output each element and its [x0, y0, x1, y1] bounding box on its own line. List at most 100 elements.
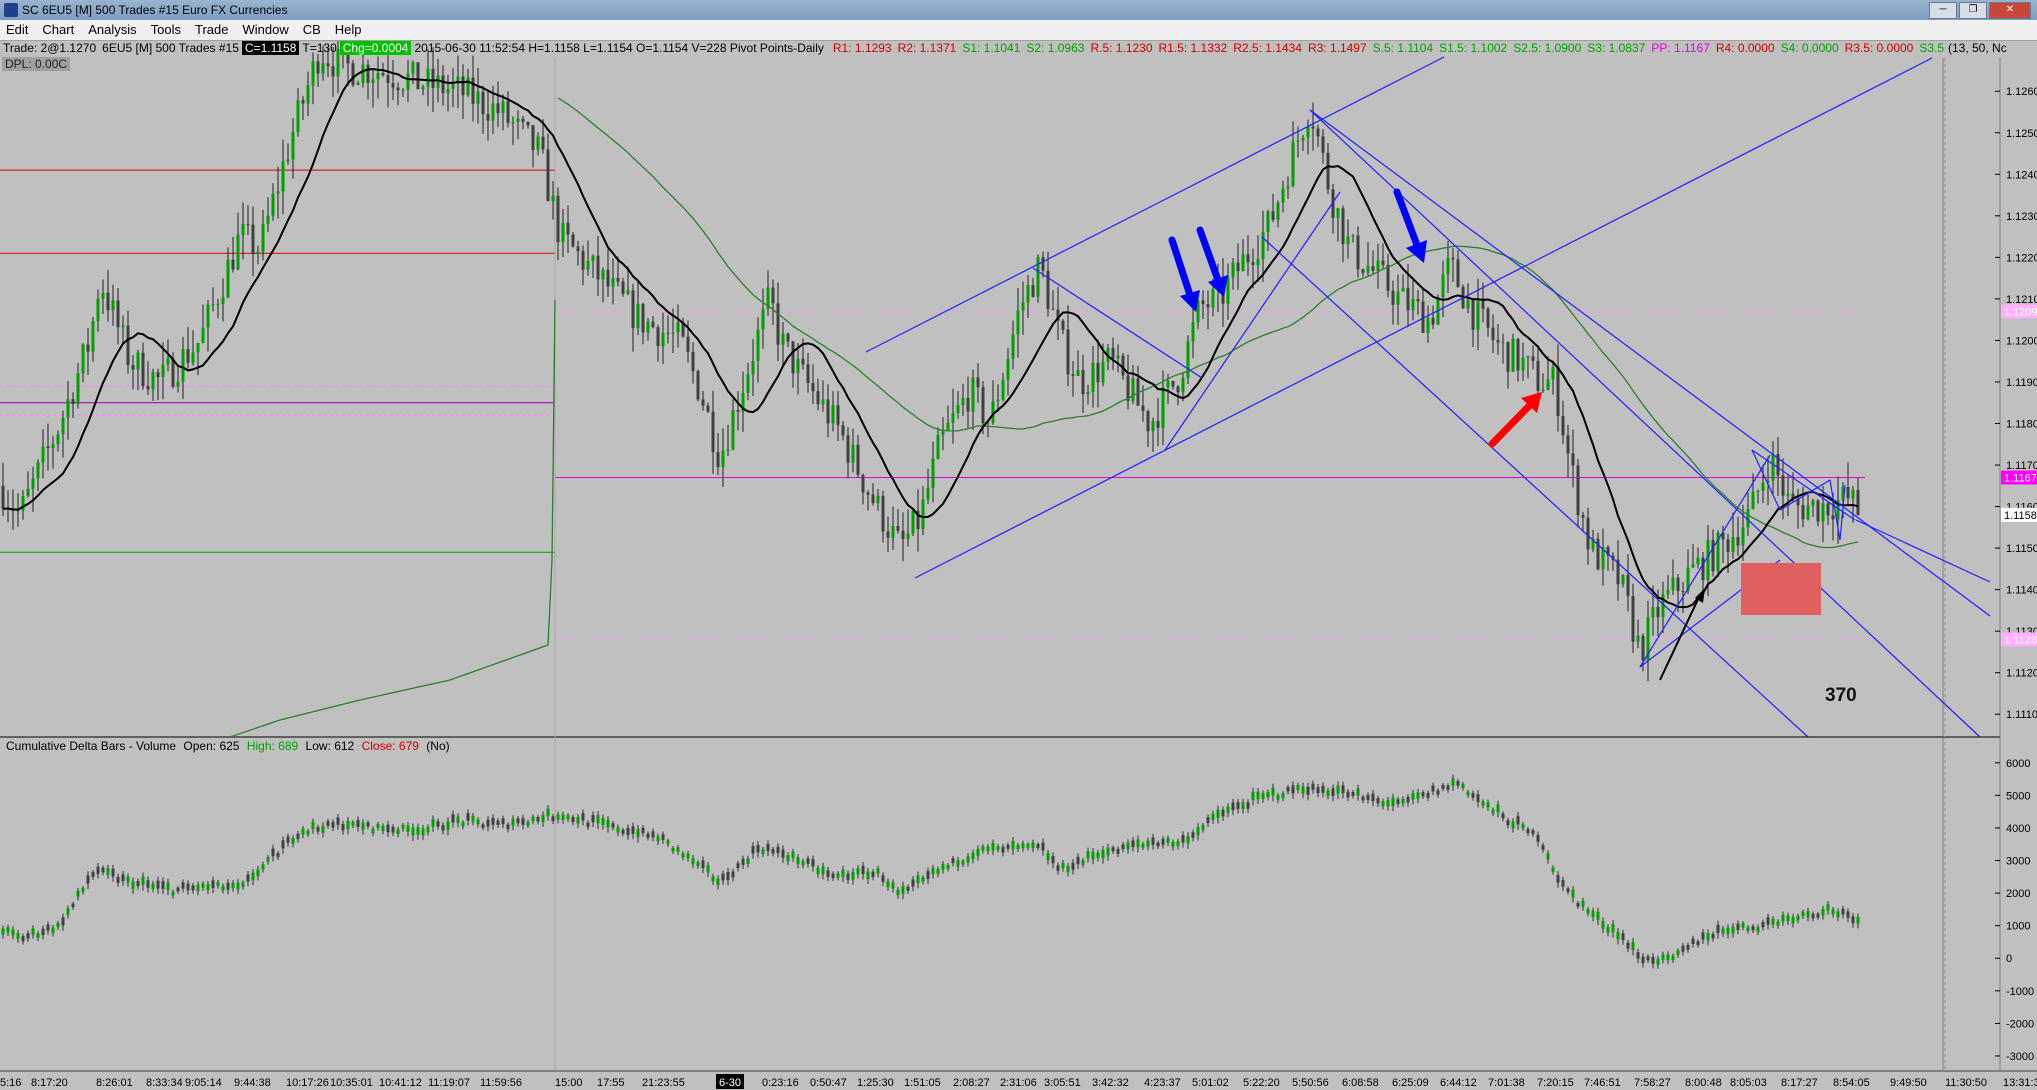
time-tick-label: 11:59:56 — [480, 1077, 522, 1089]
time-tick-label: 17:55 — [597, 1077, 625, 1089]
pivot-value: R2: 1.1371 — [897, 41, 957, 55]
price-marker: 1.1128 — [2001, 632, 2037, 647]
time-tick-label: 1:25:30 — [857, 1077, 894, 1089]
ma-parameters: (13, 50, Nc — [1948, 41, 2007, 55]
price-tick-label: 1.1260 — [2006, 86, 2037, 98]
time-tick-label: 11:19:07 — [428, 1077, 470, 1089]
svg-text:1.1167: 1.1167 — [2004, 472, 2037, 484]
delta-tick-label: -3000 — [2006, 1051, 2034, 1063]
time-tick-label: 5:01:02 — [1192, 1077, 1229, 1089]
pivot-value: R3.5: 0.0000 — [1844, 41, 1914, 55]
time-tick-label: 6:25:09 — [1392, 1077, 1429, 1089]
menu-cb[interactable]: CB — [297, 20, 329, 40]
delta-tick-label: 3000 — [2006, 856, 2030, 868]
time-tick-label: 8:17:20 — [31, 1077, 68, 1089]
chart-area[interactable]: 1.12601.12501.12401.12301.12201.12101.12… — [0, 41, 2037, 1090]
svg-text:1.1128: 1.1128 — [2004, 634, 2037, 646]
time-tick-label: 8:33:34 — [146, 1077, 183, 1089]
price-tick-label: 1.1220 — [2006, 252, 2037, 264]
pivot-value: S1: 1.1041 — [962, 41, 1021, 55]
pivot-value: R2.5: 1.1434 — [1233, 41, 1302, 55]
pivot-value: R3: 1.1497 — [1307, 41, 1367, 55]
time-tick-label: 7:20:15 — [1537, 1077, 1574, 1089]
delta-tick-label: -1000 — [2006, 986, 2034, 998]
window-title: SC 6EU5 [M] 500 Trades #15 Euro FX Curre… — [22, 3, 288, 17]
time-tick-label: 11:30:50 — [1945, 1077, 1987, 1089]
svg-text:6-30: 6-30 — [719, 1077, 741, 1089]
time-tick-label: 8:17:27 — [1781, 1077, 1818, 1089]
app-icon — [4, 3, 18, 17]
time-tick-label: 4:23:37 — [1144, 1077, 1181, 1089]
price-candle — [1186, 335, 1190, 385]
price-tick-label: 1.1190 — [2006, 377, 2037, 389]
delta-tick-label: 6000 — [2006, 758, 2030, 770]
pivot-value: S3.5: 0.0000 — [1919, 41, 1945, 55]
price-marker: 1.1209 — [2001, 304, 2037, 319]
price-candle — [1511, 333, 1515, 373]
time-tick-label: 0:23:16 — [762, 1077, 799, 1089]
date-marker: 6-30 — [716, 1074, 744, 1089]
time-tick-label: 5:50:56 — [1292, 1077, 1329, 1089]
minimize-button[interactable]: ─ — [1929, 2, 1957, 19]
price-candle — [351, 59, 355, 87]
menu-bar: Edit Chart Analysis Tools Trade Window C… — [0, 20, 2037, 41]
trade-count: T=130 — [302, 41, 337, 55]
time-tick-label: 8:00:48 — [1685, 1077, 1722, 1089]
time-tick-label: 3:05:51 — [1044, 1077, 1081, 1089]
time-tick-label: 15:00 — [555, 1077, 583, 1089]
pivot-value: S.5: 1.1104 — [1372, 41, 1434, 55]
price-tick-label: 1.1110 — [2006, 709, 2037, 721]
indicator-open: Open: 625 — [183, 739, 240, 753]
time-tick-label: 5:22:20 — [1243, 1077, 1280, 1089]
price-tick-label: 1.1120 — [2006, 668, 2037, 680]
time-tick-label: 6:08:58 — [1342, 1077, 1379, 1089]
time-tick-label: 10:41:12 — [379, 1077, 422, 1089]
time-tick-label: 10:17:26 — [286, 1077, 329, 1089]
menu-trade[interactable]: Trade — [189, 20, 236, 40]
pivot-value: R1: 1.1293 — [832, 41, 892, 55]
menu-tools[interactable]: Tools — [145, 20, 189, 40]
svg-text:1.1209: 1.1209 — [2004, 306, 2037, 318]
time-tick-label: 7:58:27 — [1634, 1077, 1671, 1089]
time-tick-label: 8:26:01 — [96, 1077, 133, 1089]
price-marker: 1.1158 — [2001, 507, 2037, 522]
chart-info-bar: Trade: 2@1.1270 6EU5 [M] 500 Trades #15 C=… — [0, 41, 1945, 57]
pivot-value: PP: 1.1167 — [1651, 41, 1710, 55]
price-tick-label: 1.1140 — [2006, 585, 2037, 597]
pivot-values: R1: 1.1293 R2: 1.1371 S1: 1.1041 S2: 1.0963… — [827, 41, 1945, 55]
menu-chart[interactable]: Chart — [36, 20, 82, 40]
menu-analysis[interactable]: Analysis — [82, 20, 144, 40]
pivot-value: R4: 0.0000 — [1715, 41, 1775, 55]
delta-tick-label: 0 — [2006, 953, 2012, 965]
menu-window[interactable]: Window — [236, 20, 296, 40]
time-tick-label: 21:23:55 — [642, 1077, 685, 1089]
bar-stats: 2015-06-30 11:52:54 H=1.1158 L=1.1154 O=… — [414, 41, 824, 55]
time-axis: 5:16 8:17:20 8:26:01 8:33:34 9:05:14 9:44:38 1… — [0, 1074, 2037, 1089]
restore-button[interactable]: ❐ — [1959, 2, 1987, 19]
pivot-value: S2.5: 1.0900 — [1513, 41, 1582, 55]
indicator-label: Cumulative Delta Bars - Volume Open: 625… — [6, 739, 454, 753]
menu-edit[interactable]: Edit — [0, 20, 36, 40]
time-tick-label: 7:46:51 — [1584, 1077, 1621, 1089]
delta-tick-label: -2000 — [2006, 1018, 2034, 1030]
price-marker: 1.1167 — [2001, 470, 2037, 485]
menu-help[interactable]: Help — [329, 20, 370, 40]
target-zone-box — [1741, 563, 1821, 615]
close-price-badge: C=1.1158 — [241, 41, 300, 55]
time-tick-label: 9:49:50 — [1890, 1077, 1927, 1089]
price-tick-label: 1.1210 — [2006, 294, 2037, 306]
trade-label: Trade: 2@1.1270 — [3, 41, 97, 55]
price-candle — [1036, 254, 1040, 303]
time-tick-label: 5:16 — [0, 1077, 21, 1089]
time-tick-label: 9:44:38 — [234, 1077, 271, 1089]
time-tick-label: 13:31:31 — [2003, 1077, 2037, 1089]
price-candle — [696, 369, 700, 402]
delta-tick-label: 5000 — [2006, 790, 2030, 802]
time-tick-label: 2:08:27 — [953, 1077, 990, 1089]
delta-tick-label: 1000 — [2006, 921, 2030, 933]
price-tick-label: 1.1150 — [2006, 543, 2037, 555]
annotation-text: 370 — [1825, 685, 1857, 706]
time-tick-label: 3:42:32 — [1092, 1077, 1129, 1089]
close-button[interactable]: ✕ — [1989, 2, 2031, 19]
indicator-name: Cumulative Delta Bars - Volume — [6, 739, 177, 753]
